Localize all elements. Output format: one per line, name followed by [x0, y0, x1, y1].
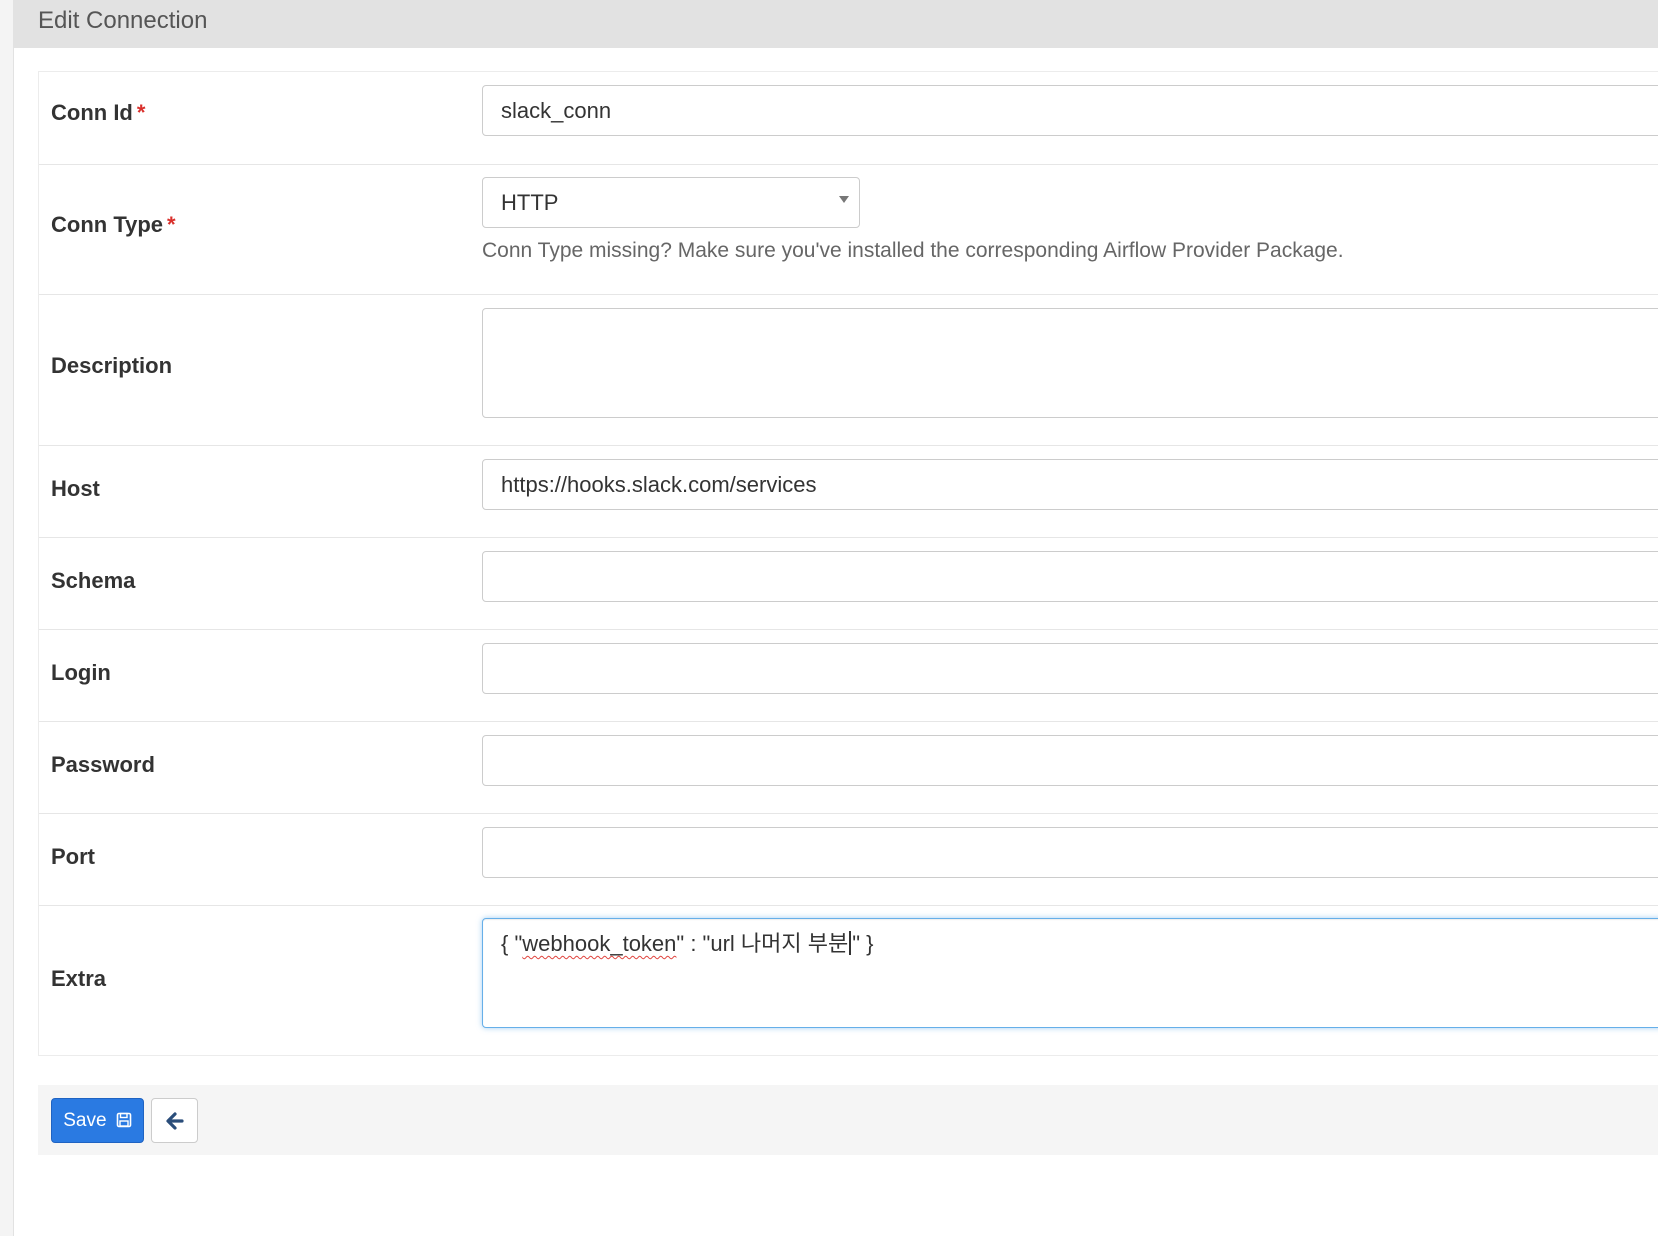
- port-label: Port: [51, 844, 95, 869]
- password-input[interactable]: [482, 735, 1658, 786]
- extra-value-prefix: { ": [501, 931, 523, 956]
- form-actions: Save: [38, 1085, 1658, 1155]
- page-title: Edit Connection: [38, 7, 208, 34]
- password-label: Password: [51, 752, 155, 777]
- form-row-extra: Extra { "webhook_token" : "url 나머지 부분 " }: [39, 905, 1658, 1055]
- caret-down-icon: [839, 196, 849, 203]
- login-input[interactable]: [482, 643, 1658, 694]
- text-cursor: [849, 931, 852, 955]
- connection-form: Conn Id * slack_conn Conn Type * HTTP Conn…: [38, 71, 1658, 1056]
- description-label: Description: [51, 353, 173, 378]
- extra-label: Extra: [51, 966, 107, 991]
- floppy-disk-icon: [116, 1112, 132, 1128]
- save-button-label: Save: [63, 1110, 107, 1131]
- form-row-schema: Schema: [39, 537, 1658, 629]
- extra-value-token: webhook_token: [522, 931, 677, 956]
- host-input[interactable]: https://hooks.slack.com/services: [482, 459, 1658, 510]
- required-marker: *: [167, 212, 176, 237]
- port-input[interactable]: [482, 827, 1658, 878]
- extra-textarea[interactable]: { "webhook_token" : "url 나머지 부분 " }: [482, 918, 1658, 1028]
- form-row-conn-id: Conn Id * slack_conn: [39, 72, 1658, 164]
- form-row-port: Port: [39, 813, 1658, 905]
- description-textarea[interactable]: [482, 308, 1658, 418]
- form-row-description: Description: [39, 294, 1658, 445]
- conn-id-label: Conn Id *: [51, 100, 145, 126]
- conn-type-label: Conn Type *: [51, 212, 176, 238]
- conn-type-select[interactable]: HTTP: [482, 177, 860, 228]
- left-rail: [0, 0, 14, 1236]
- extra-value-suffix: " }: [852, 931, 874, 956]
- form-row-host: Host https://hooks.slack.com/services: [39, 445, 1658, 537]
- schema-input[interactable]: [482, 551, 1658, 602]
- conn-type-label-text: Conn Type: [51, 212, 164, 237]
- required-marker: *: [136, 100, 146, 125]
- arrow-left-icon: [166, 1112, 184, 1130]
- conn-type-selected: HTTP: [501, 190, 559, 215]
- conn-id-label-text: Conn Id: [51, 100, 133, 125]
- form-row-login: Login: [39, 629, 1658, 721]
- conn-id-input[interactable]: slack_conn: [482, 85, 1658, 136]
- schema-label: Schema: [51, 568, 136, 593]
- panel-header: [14, 0, 1658, 48]
- login-label: Login: [51, 660, 111, 685]
- form-row-password: Password: [39, 721, 1658, 813]
- save-button[interactable]: Save: [51, 1098, 144, 1143]
- back-button[interactable]: [151, 1098, 198, 1143]
- form-row-conn-type: Conn Type * HTTP Conn Type missing? Make …: [39, 164, 1658, 294]
- host-label: Host: [51, 476, 100, 501]
- conn-type-help-text: Conn Type missing? Make sure you've inst…: [482, 239, 1344, 262]
- extra-value-middle: " : "url 나머지 부분: [676, 931, 849, 956]
